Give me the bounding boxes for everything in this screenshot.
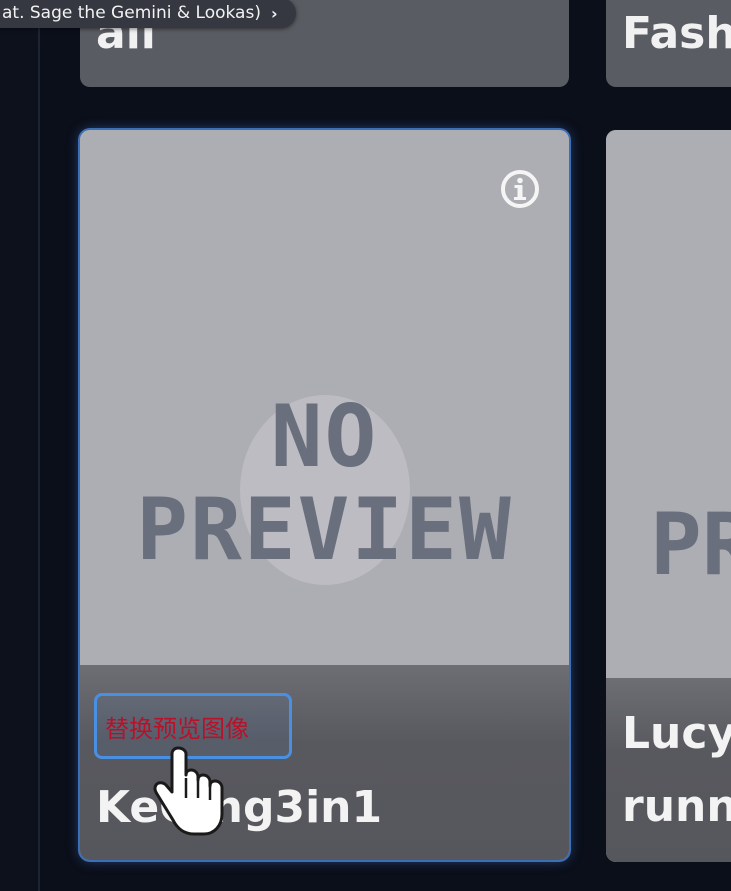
model-card-right[interactable]: PR Lucy( runn	[606, 130, 731, 862]
model-card-top-right[interactable]: Fashi	[606, 0, 731, 87]
model-name-line1: Lucy(	[622, 708, 731, 759]
model-name: KeQing3in1	[96, 782, 383, 833]
no-preview-text: NO PREVIEW	[80, 392, 569, 578]
no-preview-image: NO PREVIEW	[80, 130, 569, 665]
hand-pointer-cursor-icon	[153, 746, 224, 836]
no-preview-line1: NO	[270, 387, 379, 487]
creator-tag-label: at. Sage the Gemini & Lookas)	[2, 3, 261, 23]
creator-tag-pill[interactable]: at. Sage the Gemini & Lookas) ›	[0, 0, 296, 28]
model-card-title: Fashi	[622, 8, 731, 59]
replace-preview-label: 替换预览图像	[105, 714, 249, 743]
model-card-footer: Lucy( runn	[606, 678, 731, 862]
left-sidebar-strip	[0, 0, 40, 891]
model-name-line2: runn	[622, 781, 731, 832]
no-preview-text: PR	[650, 495, 731, 595]
no-preview-image: PR	[606, 130, 731, 678]
chevron-right-icon: ›	[270, 3, 278, 23]
no-preview-line2: PREVIEW	[136, 480, 513, 580]
info-icon[interactable]	[499, 168, 541, 210]
